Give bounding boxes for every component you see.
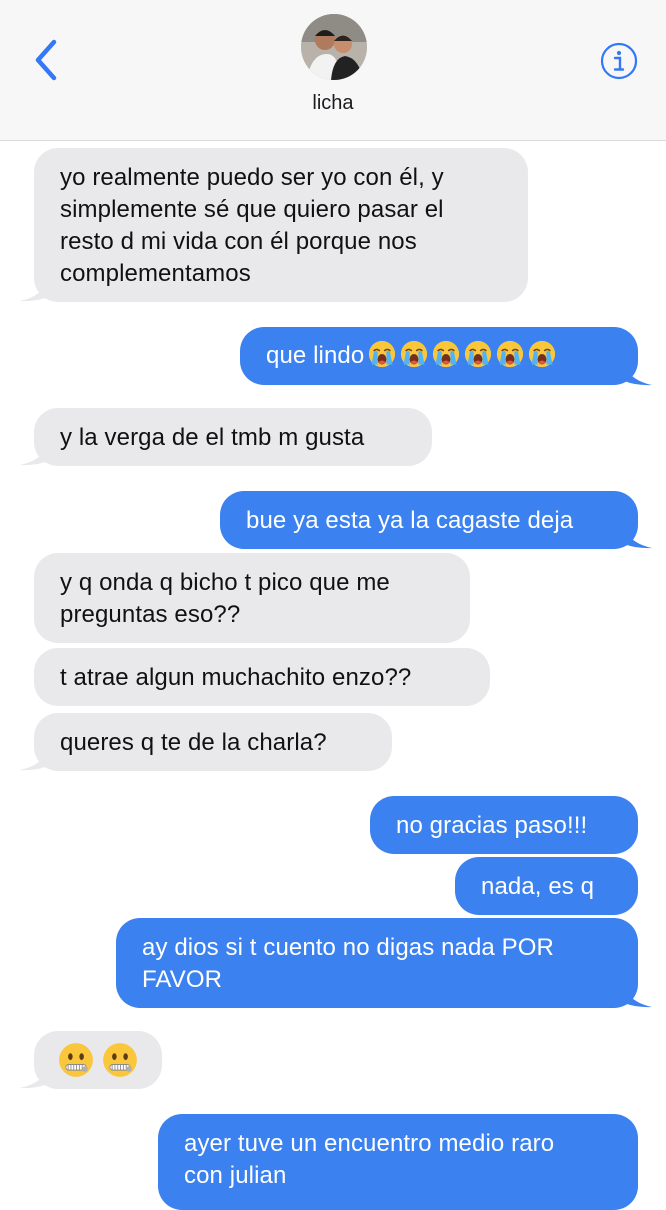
message-line: complementamos	[60, 260, 251, 287]
message-line: y q onda q bicho t pico que me	[60, 569, 390, 596]
message-bubble-incoming[interactable]: queres q te de la charla?	[34, 713, 392, 771]
message-text: queres q te de la charla?	[60, 729, 327, 756]
message-text: nada, es q	[481, 873, 595, 900]
message-line: yo realmente puedo ser yo con él, y	[60, 164, 444, 191]
message-line: simplemente sé que quiero pasar el	[60, 196, 444, 223]
loudly-crying-face-emoji	[400, 340, 428, 368]
chevron-left-icon	[35, 39, 57, 81]
message-line: FAVOR	[142, 966, 223, 993]
message-line: con julian	[184, 1162, 287, 1189]
zipper-mouth-face-emoji	[58, 1042, 94, 1078]
message-bubble-outgoing[interactable]: ay dios si t cuento no digas nada POR FA…	[116, 918, 638, 1008]
message-text: t atrae algun muchachito enzo??	[60, 664, 412, 691]
conversation-header: licha	[0, 0, 666, 141]
message-line: ayer tuve un encuentro medio raro	[184, 1130, 555, 1157]
loudly-crying-face-emoji	[464, 340, 492, 368]
loudly-crying-face-emoji	[528, 340, 556, 368]
zipper-mouth-face-emoji	[102, 1042, 138, 1078]
loudly-crying-face-emoji	[432, 340, 460, 368]
message-bubble-outgoing[interactable]: bue ya esta ya la cagaste deja	[220, 491, 638, 549]
message-line: resto d mi vida con él porque nos	[60, 228, 417, 255]
message-bubble-outgoing[interactable]: no gracias paso!!!	[370, 796, 638, 854]
message-bubble-outgoing[interactable]: que lindo	[240, 327, 638, 385]
message-bubble-incoming[interactable]: t atrae algun muchachito enzo??	[34, 648, 490, 706]
loudly-crying-face-emoji	[496, 340, 524, 368]
info-button[interactable]	[600, 42, 638, 80]
message-text: y la verga de el tmb m gusta	[60, 424, 365, 451]
message-bubble-outgoing[interactable]: ayer tuve un encuentro medio raro con ju…	[158, 1114, 638, 1210]
contact-avatar[interactable]	[301, 14, 367, 80]
message-text: no gracias paso!!!	[396, 812, 588, 839]
message-line: preguntas eso??	[60, 601, 241, 628]
message-text: bue ya esta ya la cagaste deja	[246, 507, 574, 534]
message-bubble-incoming[interactable]: y la verga de el tmb m gusta	[34, 408, 432, 466]
contact-name[interactable]: licha	[0, 92, 666, 115]
message-line: ay dios si t cuento no digas nada POR	[142, 934, 554, 961]
back-button[interactable]	[28, 38, 64, 82]
message-bubble-incoming[interactable]	[34, 1031, 162, 1089]
loudly-crying-face-emoji	[368, 340, 396, 368]
message-bubble-incoming[interactable]: yo realmente puedo ser yo con él, y simp…	[34, 148, 528, 302]
info-icon	[600, 42, 638, 80]
message-bubble-incoming[interactable]: y q onda q bicho t pico que me preguntas…	[34, 553, 470, 643]
message-bubble-outgoing[interactable]: nada, es q	[455, 857, 638, 915]
message-text: que lindo	[266, 342, 365, 369]
avatar-photo	[301, 14, 367, 80]
